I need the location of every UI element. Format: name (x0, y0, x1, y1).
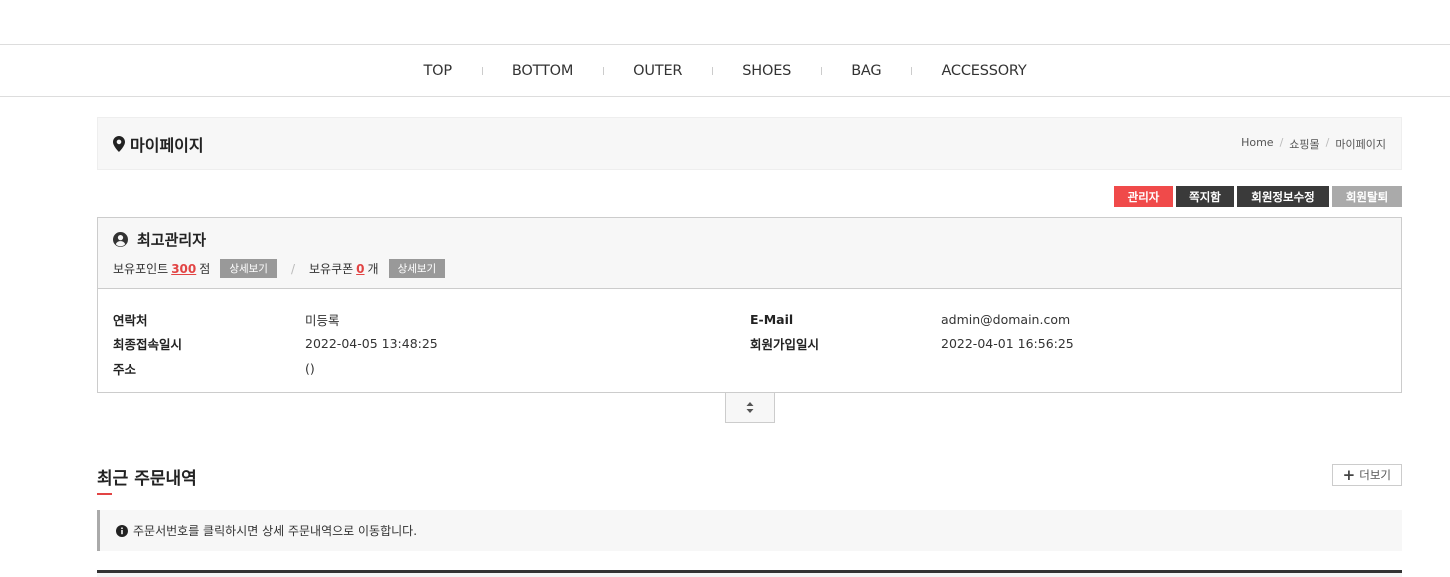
withdraw-button[interactable]: 회원탈퇴 (1332, 186, 1402, 207)
breadcrumb: Home / 쇼핑몰 / 마이페이지 (1241, 135, 1386, 152)
user-circle-icon (113, 232, 128, 247)
email-label: E-Mail (750, 311, 794, 327)
coupon-detail-button[interactable]: 상세보기 (388, 259, 446, 278)
nav-item-bag[interactable]: BAG (821, 63, 911, 79)
breadcrumb-current: 마이페이지 (1335, 137, 1386, 151)
info-row: 최종접속일시 2022-04-05 13:48:25 회원가입일시 2022-0… (113, 332, 1386, 357)
info-row: 연락처 미등록 E-Mail admin@domain.com (113, 307, 1386, 332)
orders-notice: 주문서번호를 클릭하시면 상세 주문내역으로 이동합니다. (97, 510, 1402, 551)
info-circle-icon (116, 524, 128, 537)
admin-button[interactable]: 관리자 (1114, 186, 1173, 207)
coupon-unit: 개 (367, 262, 379, 276)
address-value: () (305, 360, 315, 376)
breadcrumb-shop[interactable]: 쇼핑몰 (1289, 136, 1319, 152)
more-label: 더보기 (1359, 468, 1391, 482)
coupon-label: 보유쿠폰 (309, 262, 354, 276)
nav-item-bottom[interactable]: BOTTOM (481, 63, 603, 79)
sort-icon (746, 402, 754, 413)
member-card: 최고관리자 보유포인트 300 점 상세보기 / 보유쿠폰 0 개 상세보기 연… (97, 217, 1402, 393)
page-title-text: 마이페이지 (130, 135, 204, 155)
recent-orders-title: 최근 주문내역 (97, 462, 197, 495)
points-detail-button[interactable]: 상세보기 (220, 259, 277, 278)
member-info: 연락처 미등록 E-Mail admin@domain.com 최종접속일시 2… (98, 289, 1401, 381)
page-header: 마이페이지 Home / 쇼핑몰 / 마이페이지 (97, 117, 1402, 170)
member-name-text: 최고관리자 (137, 231, 207, 249)
map-marker-icon (113, 135, 125, 152)
top-bar (0, 0, 1450, 45)
notice-text: 주문서번호를 클릭하시면 상세 주문내역으로 이동합니다. (133, 524, 418, 538)
expand-toggle-button[interactable] (725, 392, 775, 423)
points-label: 보유포인트 (113, 262, 169, 276)
nav-item-accessory[interactable]: ACCESSORY (911, 63, 1056, 79)
points-unit: 점 (199, 262, 211, 276)
nav-item-outer[interactable]: OUTER (603, 63, 712, 79)
address-label: 주소 (113, 361, 137, 377)
member-summary: 최고관리자 보유포인트 300 점 상세보기 / 보유쿠폰 0 개 상세보기 (98, 218, 1401, 289)
plus-icon: + (1342, 465, 1356, 484)
page-title: 마이페이지 (113, 132, 204, 156)
recent-orders-header: 최근 주문내역 + 더보기 (97, 462, 1402, 495)
contact-value: 미등록 (305, 312, 340, 328)
last-login-label: 최종접속일시 (113, 337, 183, 353)
join-date-label: 회원가입일시 (750, 337, 820, 353)
last-login-value: 2022-04-05 13:48:25 (305, 336, 438, 352)
main-nav: TOP BOTTOM OUTER SHOES BAG ACCESSORY (0, 45, 1450, 97)
email-value: admin@domain.com (941, 311, 1071, 327)
join-date-value: 2022-04-01 16:56:25 (941, 336, 1074, 352)
points-value[interactable]: 300 (171, 262, 196, 276)
member-action-buttons: 관리자 쪽지함 회원정보수정 회원탈퇴 (97, 186, 1402, 207)
breadcrumb-home[interactable]: Home (1241, 136, 1273, 152)
nav-item-top[interactable]: TOP (393, 63, 481, 79)
member-benefits: 보유포인트 300 점 상세보기 / 보유쿠폰 0 개 상세보기 (113, 259, 1386, 278)
messages-button[interactable]: 쪽지함 (1176, 186, 1234, 207)
coupon-value[interactable]: 0 (356, 262, 364, 276)
orders-table-header (97, 573, 1402, 577)
edit-profile-button[interactable]: 회원정보수정 (1237, 186, 1329, 207)
nav-item-shoes[interactable]: SHOES (712, 63, 821, 79)
info-row: 주소 () (113, 356, 1386, 381)
contact-label: 연락처 (113, 312, 148, 328)
more-orders-button[interactable]: + 더보기 (1331, 464, 1402, 486)
member-name: 최고관리자 (113, 229, 1386, 250)
